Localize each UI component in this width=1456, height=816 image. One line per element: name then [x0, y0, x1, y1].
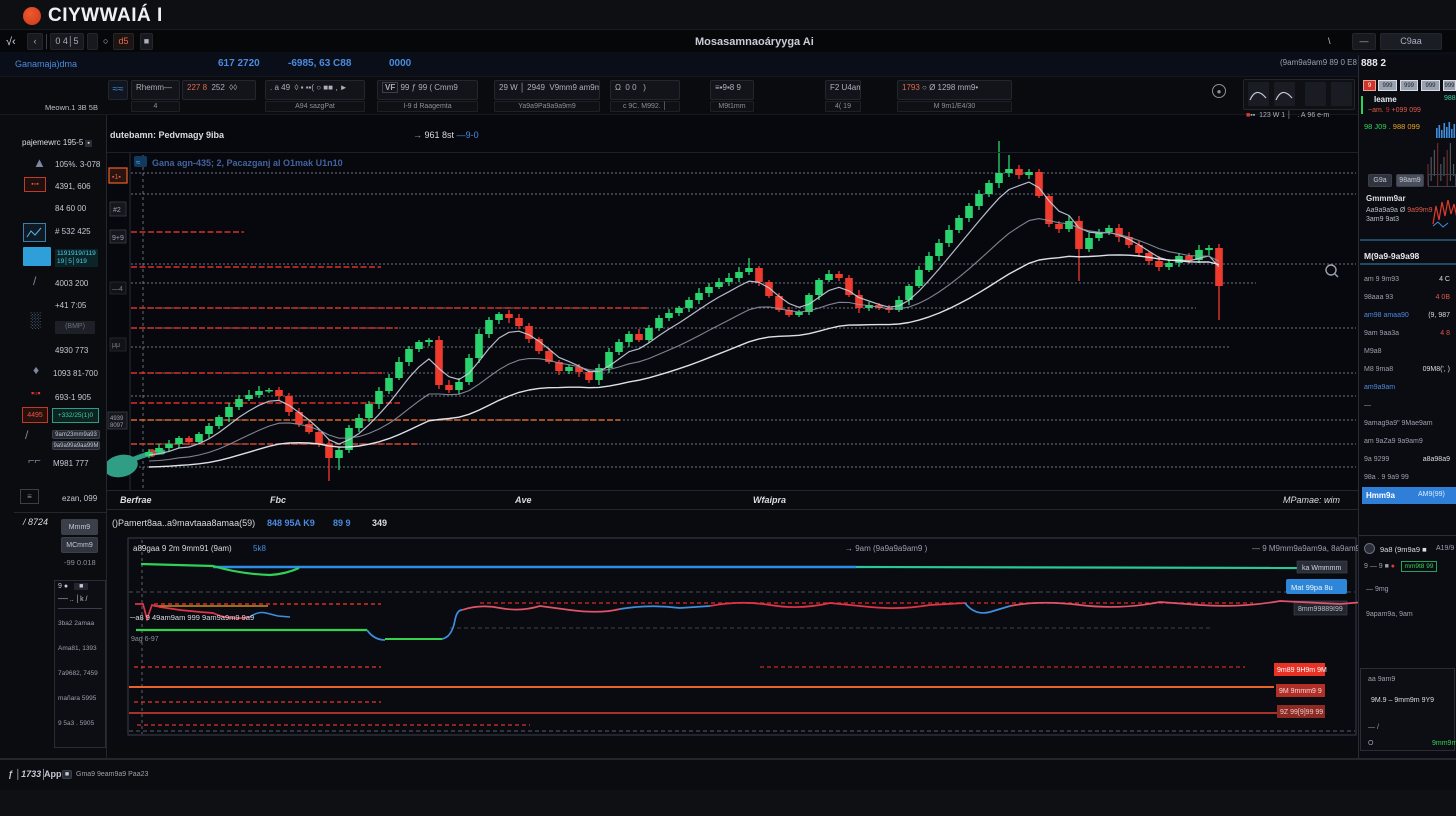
svg-text:μμ: μμ: [112, 342, 120, 349]
svg-text:ka Wmmmm: ka Wmmmm: [1302, 565, 1341, 572]
svg-text:≈: ≈: [136, 158, 141, 167]
svg-text:9+9: 9+9: [112, 235, 124, 242]
svg-text:8mm99889I99: 8mm99889I99: [1298, 606, 1343, 613]
svg-text:─a8 9 49am9am 999 9am9a9m9 9a9: ─a8 9 49am9am 999 9am9a9m9 9a9: [129, 613, 254, 622]
svg-text:a89gaa 9 2m 9mm91 (9am): a89gaa 9 2m 9mm91 (9am): [133, 544, 232, 553]
svg-text:5k8: 5k8: [253, 544, 266, 553]
svg-text:▪1▪: ▪1▪: [112, 174, 121, 181]
svg-text:9m89 9H9m 9M: 9m89 9H9m 9M: [1277, 667, 1327, 674]
svg-text:4939: 4939: [110, 416, 124, 422]
svg-text:8097: 8097: [110, 423, 124, 429]
svg-text:— 9 M9mm9a9am9a, 8a9am9: — 9 M9mm9a9am9a, 8a9am9: [1252, 544, 1358, 553]
svg-text:—4: —4: [112, 286, 123, 293]
svg-text:Mat 99pa 8u: Mat 99pa 8u: [1291, 583, 1333, 592]
svg-text:9Z 99[9]99 99: 9Z 99[9]99 99: [1280, 709, 1323, 716]
svg-text:→ 9am (9a9a9a9am9 ): → 9am (9a9a9a9am9 ): [845, 544, 928, 553]
svg-text:#2: #2: [113, 207, 121, 214]
svg-text:9ag 6-97: 9ag 6-97: [131, 636, 159, 643]
svg-text:9M 9mmm9 9: 9M 9mmm9 9: [1279, 688, 1322, 695]
svg-text:Gana agn-435; 2, Pacazganj al: Gana agn-435; 2, Pacazganj al O1mak U1n1…: [152, 158, 343, 168]
